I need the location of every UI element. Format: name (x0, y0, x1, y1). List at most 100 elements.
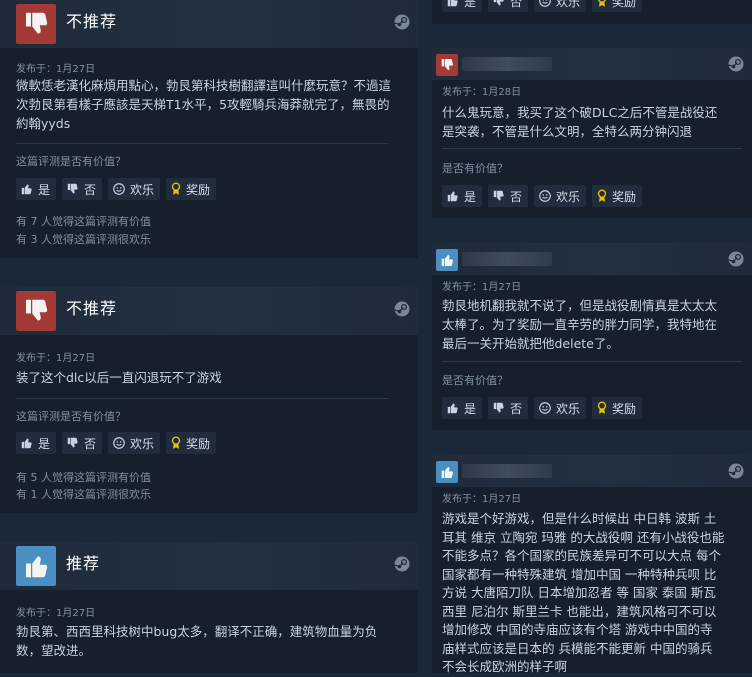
award-icon (598, 0, 606, 7)
review-header[interactable] (432, 243, 752, 275)
button-label: 欢乐 (556, 401, 581, 416)
review-card: 推荐 发布于：1月27日 勃艮第、西西里科技树中bug太多，翻译不正确，建筑物血… (0, 542, 418, 673)
vote-yes-button[interactable]: 是 (442, 397, 483, 419)
vote-no-button[interactable]: 否 (488, 0, 529, 12)
helpful-question: 这篇评测是否有价值？ (16, 410, 126, 423)
vote-no-button[interactable]: 否 (488, 185, 529, 207)
vote-no-button[interactable]: 否 (62, 178, 103, 200)
thumbs-up-icon (447, 403, 458, 414)
review-text-line: 庙样式应该是日本的 兵模能不能更新 中国的骑兵 (442, 640, 713, 656)
smiley-icon (113, 183, 125, 195)
smiley-icon (539, 0, 551, 7)
review-text: 游戏是个好游戏，但是什么时候出 中日韩 波斯 土 耳其 维京 立陶宛 玛雅 的大… (442, 510, 747, 677)
thumbs-down-icon (493, 0, 504, 6)
review-text-line: 什么鬼玩意，我买了这个破DLC之后不管是战役还 (442, 105, 718, 120)
button-label: 是 (464, 0, 477, 9)
review-text: 什么鬼玩意，我买了这个破DLC之后不管是战役还 是突袭，不管是什么文明，全特么两… (442, 103, 747, 141)
steam-icon (728, 463, 744, 479)
vote-yes-button[interactable]: 是 (16, 432, 57, 454)
review-verdict: 不推荐 (66, 12, 118, 31)
divider (16, 143, 388, 144)
steam-icon (394, 301, 410, 317)
thumbs-down-icon (67, 183, 78, 194)
review-text-line: 增加修改 中国的寺庙应该有个塔 游戏中中国的寺 (442, 622, 713, 637)
review-text-line: 太棒了。为了奖励一直辛劳的胖力同学，我特地在 (442, 317, 718, 332)
thumbs-up-icon (21, 184, 32, 195)
button-label: 否 (510, 0, 523, 9)
review-text-line: 数，望改进。 (16, 643, 92, 658)
smiley-icon (539, 402, 551, 414)
button-label: 否 (510, 189, 523, 204)
vote-funny-button[interactable]: 欢乐 (108, 432, 161, 454)
username-redacted (462, 57, 552, 71)
steam-icon (728, 251, 744, 267)
award-button[interactable]: 奖励 (592, 397, 643, 419)
vote-yes-button[interactable]: 是 (16, 178, 57, 200)
divider (442, 361, 742, 362)
award-button[interactable]: 奖励 (166, 432, 217, 454)
thumbs-down-icon (493, 190, 504, 201)
award-button[interactable]: 奖励 (166, 178, 217, 200)
button-label: 奖励 (186, 436, 211, 451)
smiley-icon (113, 437, 125, 449)
review-header[interactable]: 不推荐 (0, 0, 418, 48)
funny-count: 有 1 人觉得这篇评测很欢乐 (16, 488, 151, 501)
divider (442, 148, 742, 149)
review-card: 发布于：1月27日 勃艮地机翻我就不说了，但是战役剧情真是太太太 太棒了。为了奖… (432, 243, 752, 430)
button-label: 否 (84, 436, 97, 451)
review-card: 发布于：1月28日 什么鬼玩意，我买了这个破DLC之后不管是战役还 是突袭，不管… (432, 48, 752, 218)
vote-funny-button[interactable]: 欢乐 (108, 178, 161, 200)
vote-yes-button[interactable]: 是 (442, 185, 483, 207)
posted-date: 发布于：1月27日 (442, 282, 522, 293)
review-header[interactable] (432, 48, 752, 80)
review-text-line: 最后一关开始就把他delete了。 (442, 336, 619, 351)
thumbs-up-icon (436, 249, 458, 271)
review-text-line: 勃艮第、西西里科技树中bug太多，翻译不正确，建筑物血量为负 (16, 624, 378, 639)
thumbs-down-icon (16, 4, 56, 44)
award-button[interactable]: 奖励 (592, 185, 643, 207)
award-button[interactable]: 奖励 (592, 0, 643, 12)
review-text-line: 耳其 维京 立陶宛 玛雅 的大战役啊 还有小战役也能 (442, 529, 725, 545)
vote-yes-button[interactable]: 是 (442, 0, 483, 12)
posted-date: 发布于：1月27日 (442, 494, 522, 505)
thumbs-down-icon (436, 54, 458, 76)
button-label: 欢乐 (556, 189, 581, 204)
review-card: 发布于：1月27日 游戏是个好游戏，但是什么时候出 中日韩 波斯 土 耳其 维京… (432, 455, 752, 674)
review-card: 不推荐 发布于：1月27日 微軟恁老漢化麻煩用點心，勃艮第科技樹翻譯這叫什麼玩意… (0, 0, 418, 258)
steam-icon (394, 14, 410, 30)
vote-funny-button[interactable]: 欢乐 (534, 397, 587, 419)
thumbs-up-icon (16, 546, 56, 586)
vote-no-button[interactable]: 否 (488, 397, 529, 419)
button-label: 奖励 (612, 401, 637, 416)
review-text-line: 装了这个dlc以后一直闪退玩不了游戏 (16, 370, 222, 385)
button-label: 否 (510, 401, 523, 416)
thumbs-up-icon (21, 438, 32, 449)
button-label: 是 (38, 182, 51, 197)
vote-funny-button[interactable]: 欢乐 (534, 0, 587, 12)
review-header[interactable]: 推荐 (0, 542, 418, 590)
helpful-question: 是否有价值？ (442, 374, 508, 387)
review-header[interactable]: 不推荐 (0, 287, 418, 335)
vote-no-button[interactable]: 否 (62, 432, 103, 454)
vote-funny-button[interactable]: 欢乐 (534, 185, 587, 207)
award-icon (597, 401, 607, 414)
helpful-count: 有 5 人觉得这篇评测有价值 (16, 471, 151, 484)
award-icon (171, 436, 181, 449)
steam-icon (394, 556, 410, 572)
thumbs-up-icon (436, 461, 458, 483)
thumbs-down-icon (67, 437, 78, 448)
smiley-icon (539, 190, 551, 202)
thumbs-up-icon (447, 191, 458, 202)
button-label: 奖励 (612, 0, 637, 9)
button-label: 是 (464, 401, 477, 416)
posted-date: 发布于：1月28日 (442, 87, 522, 98)
review-header[interactable] (432, 455, 752, 487)
button-label: 奖励 (186, 182, 211, 197)
award-icon (597, 189, 607, 202)
review-text: 勃艮第、西西里科技树中bug太多，翻译不正确，建筑物血量为负 数，望改进。 (16, 622, 411, 660)
review-text: 装了这个dlc以后一直闪退玩不了游戏 (16, 368, 411, 387)
review-text-line: 方说 大唐陌刀队 日本增加忍者 等 国家 泰国 斯瓦 (442, 585, 716, 600)
username-redacted (462, 252, 552, 266)
review-text-line: 約翰yyds (16, 116, 71, 131)
button-label: 奖励 (612, 189, 637, 204)
